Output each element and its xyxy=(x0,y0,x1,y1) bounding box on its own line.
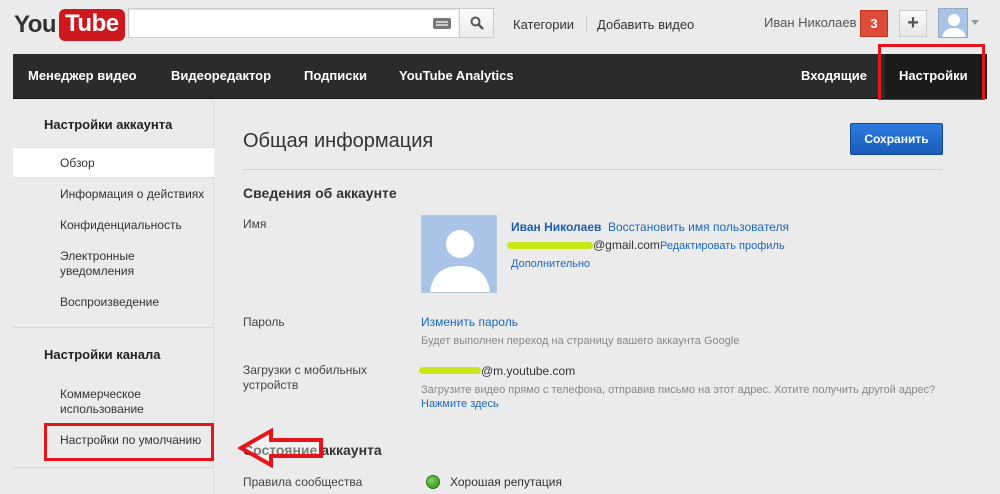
mobile-note: Загрузите видео прямо с телефона, отправ… xyxy=(421,384,936,396)
main-nav: Менеджер видео Видеоредактор Подписки Yo… xyxy=(13,54,987,99)
highlight-box-settings xyxy=(878,44,985,102)
edit-profile-link[interactable]: Редактировать профиль xyxy=(660,240,785,252)
page-title: Общая информация xyxy=(243,130,434,152)
search-button[interactable] xyxy=(460,8,494,38)
nav-video-editor[interactable]: Видеоредактор xyxy=(171,68,271,83)
restore-name-link[interactable]: Восстановить имя пользователя xyxy=(608,220,789,234)
sidebar-item-playback[interactable]: Воспроизведение xyxy=(60,295,159,310)
sidebar-active-bg xyxy=(13,147,214,178)
mobile-upload-address: @m.youtube.com xyxy=(481,364,576,378)
nav-video-manager[interactable]: Менеджер видео xyxy=(28,68,137,83)
redaction-mark xyxy=(419,367,481,374)
nav-analytics[interactable]: YouTube Analytics xyxy=(399,68,514,83)
add-video-link[interactable]: Добавить видео xyxy=(597,17,694,32)
account-section-title: Сведения об аккаунте xyxy=(243,185,397,201)
user-avatar[interactable] xyxy=(938,8,968,38)
display-name[interactable]: Иван Николаев xyxy=(511,220,601,234)
sidebar-account-heading: Настройки аккаунта xyxy=(44,117,173,132)
change-password-link[interactable]: Изменить пароль xyxy=(421,315,518,329)
nav-inbox[interactable]: Входящие xyxy=(801,68,867,83)
notifications-badge[interactable]: 3 xyxy=(860,10,888,37)
categories-link[interactable]: Категории xyxy=(513,17,574,32)
main-content: Общая информация Сохранить Сведения об а… xyxy=(215,100,987,494)
profile-avatar[interactable] xyxy=(421,215,497,293)
user-name[interactable]: Иван Николаев xyxy=(764,15,857,30)
click-here-link[interactable]: Нажмите здесь xyxy=(421,398,499,410)
sidebar-channel-heading: Настройки канала xyxy=(44,347,161,362)
status-dot-icon xyxy=(426,475,440,489)
more-link[interactable]: Дополнительно xyxy=(511,258,590,270)
highlight-box-defaults xyxy=(44,423,214,461)
sidebar-divider-bottom xyxy=(13,467,214,468)
redaction-mark xyxy=(507,242,593,249)
keyboard-icon[interactable] xyxy=(433,18,451,29)
sidebar-item-privacy[interactable]: Конфиденциальность xyxy=(60,218,182,233)
save-button[interactable]: Сохранить xyxy=(850,123,943,155)
email-address: @gmail.com xyxy=(593,238,660,252)
nav-subscriptions[interactable]: Подписки xyxy=(304,68,367,83)
logo-you-text: You xyxy=(14,11,57,38)
sidebar-divider xyxy=(13,327,214,328)
community-guidelines-label: Правила сообщества xyxy=(243,475,363,489)
sidebar-item-commercial-use[interactable]: Коммерческое использование xyxy=(60,387,170,417)
mobile-uploads-label: Загрузки с мобильных устройств xyxy=(243,363,367,392)
title-divider xyxy=(243,169,943,170)
youtube-logo[interactable]: You Tube xyxy=(14,8,125,42)
sidebar-item-overview[interactable]: Обзор xyxy=(60,156,95,171)
person-silhouette-icon xyxy=(942,14,966,37)
chevron-down-icon[interactable] xyxy=(971,20,979,25)
person-silhouette-icon xyxy=(430,230,490,292)
name-label: Имя xyxy=(243,217,267,231)
masthead: You Tube Категории Добавить видео Иван Ни… xyxy=(0,0,1000,54)
password-label: Пароль xyxy=(243,315,285,329)
reputation-status: Хорошая репутация xyxy=(450,475,562,489)
arrow-left-icon xyxy=(238,428,323,468)
plus-button[interactable]: + xyxy=(899,10,927,37)
search-icon xyxy=(470,16,484,30)
sidebar-item-activity[interactable]: Информация о действиях xyxy=(60,187,204,202)
sidebar-item-email-notifications[interactable]: Электронные уведомления xyxy=(60,249,170,279)
password-note: Будет выполнен переход на страницу вашег… xyxy=(421,335,740,347)
logo-tube-text: Tube xyxy=(59,9,125,41)
search-bar xyxy=(128,8,494,38)
header-separator xyxy=(586,16,587,32)
search-input[interactable] xyxy=(128,8,460,38)
